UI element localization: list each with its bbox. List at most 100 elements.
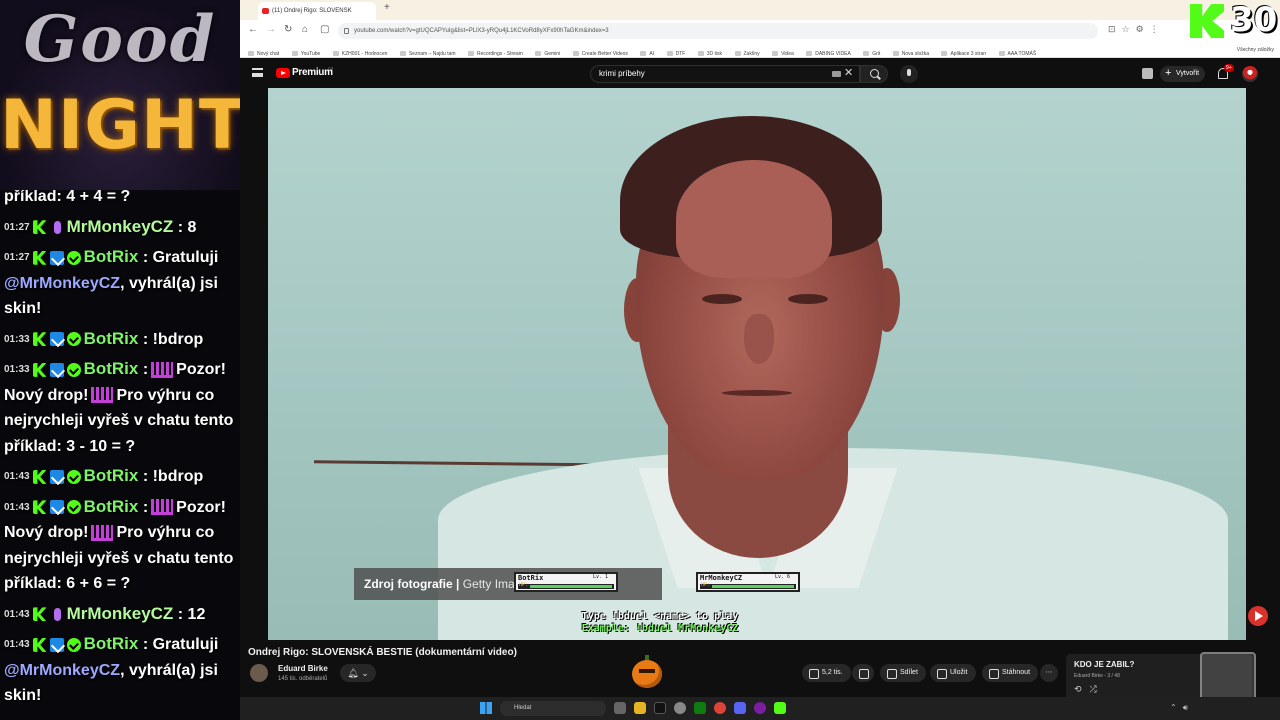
bookmark-item[interactable]: Seznam – Najdu tam bbox=[400, 46, 456, 57]
chat-username[interactable]: BotRix bbox=[84, 466, 139, 485]
chat-username[interactable]: BotRix bbox=[84, 329, 139, 348]
taskbar-search[interactable]: Hledat bbox=[500, 701, 606, 716]
voice-search-icon[interactable] bbox=[900, 65, 918, 83]
chat-text: : 12 bbox=[177, 605, 206, 623]
playlist-controls[interactable]: ⟲⤮ bbox=[1074, 684, 1105, 695]
caption-bold: Zdroj fotografie | bbox=[364, 577, 460, 591]
kick-badge-icon bbox=[32, 220, 47, 235]
chat-message: 01:43 BotRix : !bdrop bbox=[0, 461, 240, 492]
subscription-bell-button[interactable]: 🔔︎ ⌄ bbox=[340, 664, 376, 682]
forward-icon[interactable]: → bbox=[266, 24, 276, 35]
bookmark-item[interactable]: DABING VIDEA bbox=[806, 46, 851, 57]
mic-badge-icon bbox=[53, 607, 61, 621]
chat-username[interactable]: BotRix bbox=[84, 247, 139, 266]
search-input[interactable]: krimi príbehy bbox=[590, 65, 860, 83]
youtube-logo-icon[interactable] bbox=[276, 68, 290, 78]
chat-mention[interactable]: @MrMonkeyCZ bbox=[4, 275, 120, 292]
bookmark-item[interactable]: 3D tisk bbox=[698, 46, 722, 57]
bookmark-item[interactable]: Aplikace 3 stran bbox=[941, 46, 986, 57]
channel-avatar[interactable] bbox=[250, 664, 268, 682]
xbox-icon[interactable] bbox=[694, 702, 706, 714]
youtube-premium-label[interactable]: Premium bbox=[292, 67, 333, 78]
bookmark-item[interactable]: Nova složka bbox=[893, 46, 929, 57]
toolbar-extensions[interactable]: ⊡☆⚙⋮ bbox=[1108, 24, 1165, 35]
search-button[interactable] bbox=[860, 65, 888, 83]
extension-icon[interactable] bbox=[1142, 68, 1153, 79]
video-player[interactable] bbox=[268, 88, 1246, 640]
bookmark-item[interactable]: KZH001 - Hodnocen bbox=[333, 46, 388, 57]
verified-badge-icon bbox=[66, 637, 81, 652]
hp-fill bbox=[712, 585, 794, 588]
banner-good-text: Good bbox=[23, 2, 217, 77]
pumpkin-mascot-icon bbox=[632, 660, 662, 688]
create-button[interactable]: Vytvořit bbox=[1160, 65, 1206, 82]
app-icon[interactable] bbox=[754, 702, 766, 714]
share-button[interactable]: Sdílet bbox=[880, 664, 926, 682]
keyboard-icon[interactable] bbox=[832, 71, 841, 77]
bookmark-item[interactable]: Nový chat bbox=[248, 46, 279, 57]
emote-icon bbox=[151, 499, 174, 516]
kick-logo-icon bbox=[1190, 4, 1224, 38]
kick-viewer-counter: 30 bbox=[1188, 0, 1278, 40]
chat-text: : !bdrop bbox=[142, 330, 204, 348]
like-button[interactable]: 5,2 tis. bbox=[802, 664, 851, 682]
tab-bar: (11) Ondrej Rigo: SLOVENSK ✕ + bbox=[240, 0, 1280, 20]
chat-mention[interactable]: @MrMonkeyCZ bbox=[4, 662, 120, 679]
back-icon[interactable]: ← bbox=[248, 24, 258, 35]
dislike-button[interactable] bbox=[852, 664, 874, 682]
new-tab-button[interactable]: + bbox=[384, 2, 390, 13]
bookmark-item[interactable]: Videa bbox=[772, 46, 794, 57]
kick-counter-value: 30 bbox=[1230, 0, 1278, 40]
sidebar-toggle-icon[interactable]: ▢ bbox=[320, 24, 329, 35]
bookmark-item[interactable]: Grit bbox=[863, 46, 880, 57]
chat-text: : bbox=[142, 498, 149, 516]
bookmark-item[interactable]: AI bbox=[640, 46, 654, 57]
verified-badge-icon bbox=[66, 332, 81, 347]
chat-message: 01:43 BotRix : Gratuluji @MrMonkeyCZ, vyh… bbox=[0, 629, 240, 711]
windows-start-icon[interactable] bbox=[480, 702, 492, 714]
home-icon[interactable]: ⌂ bbox=[302, 24, 308, 35]
hamburger-menu-icon[interactable] bbox=[252, 68, 263, 77]
chat-username[interactable]: BotRix bbox=[84, 497, 139, 516]
chat-username[interactable]: BotRix bbox=[84, 359, 139, 378]
clear-search-icon[interactable]: ✕ bbox=[844, 66, 853, 79]
bookmark-item[interactable]: Gemini bbox=[535, 46, 560, 57]
save-button[interactable]: Uložit bbox=[930, 664, 976, 682]
bookmark-item[interactable]: Create Better Videos bbox=[573, 46, 628, 57]
discord-icon[interactable] bbox=[734, 702, 746, 714]
download-button[interactable]: Stáhnout bbox=[982, 664, 1039, 682]
duel-card-player-a: BotRix Lv. 1 HP: bbox=[514, 572, 618, 592]
task-view-icon[interactable] bbox=[614, 702, 626, 714]
kick-badge-icon bbox=[32, 500, 47, 515]
chrome-icon[interactable] bbox=[714, 702, 726, 714]
channel-name[interactable]: Eduard Birke bbox=[278, 664, 328, 673]
bookmark-item[interactable]: AAA TOMÁŠ bbox=[999, 46, 1037, 57]
emote-icon bbox=[91, 524, 114, 541]
tab-youtube[interactable]: (11) Ondrej Rigo: SLOVENSK ✕ bbox=[258, 2, 376, 20]
system-tray[interactable]: ⌃🔊︎ bbox=[1170, 703, 1194, 713]
duel-hint-line: Type !bduel <name> to play bbox=[581, 611, 739, 622]
emote-icon bbox=[151, 361, 174, 378]
address-bar[interactable]: youtube.com/watch?v=gtUQCAPYuIg&list=PLl… bbox=[338, 23, 1098, 39]
play-badge-icon[interactable] bbox=[1248, 606, 1268, 626]
file-explorer-icon[interactable] bbox=[634, 702, 646, 714]
bookmark-item[interactable]: Zaklíny bbox=[735, 46, 760, 57]
chat-username[interactable]: MrMonkeyCZ bbox=[67, 604, 174, 623]
reload-icon[interactable]: ↻ bbox=[284, 24, 292, 35]
settings-icon[interactable] bbox=[674, 702, 686, 714]
bookmark-item[interactable]: DTF bbox=[667, 46, 686, 57]
chat-username[interactable]: BotRix bbox=[84, 634, 139, 653]
account-avatar[interactable] bbox=[1242, 66, 1258, 82]
chat-message: 01:27 MrMonkeyCZ : 8 bbox=[0, 212, 240, 243]
all-bookmarks-link[interactable]: Všechny záložky bbox=[1237, 42, 1274, 57]
bookmarks-bar: Nový chat YouTube KZH001 - Hodnocen Sezn… bbox=[240, 42, 1280, 58]
bookmark-item[interactable]: Recordings - Stream bbox=[468, 46, 523, 57]
bookmark-item[interactable]: YouTube bbox=[292, 46, 321, 57]
chat-username[interactable]: MrMonkeyCZ bbox=[67, 217, 174, 236]
kick-app-icon[interactable] bbox=[774, 702, 786, 714]
more-actions-button[interactable]: ⋯ bbox=[1040, 664, 1058, 682]
youtube-favicon-icon bbox=[262, 8, 269, 14]
tiktok-icon[interactable] bbox=[654, 702, 666, 714]
chat-message: 01:33 BotRix : Pozor! Nový drop! Pro výhru … bbox=[0, 354, 240, 461]
hp-fill bbox=[530, 585, 612, 588]
